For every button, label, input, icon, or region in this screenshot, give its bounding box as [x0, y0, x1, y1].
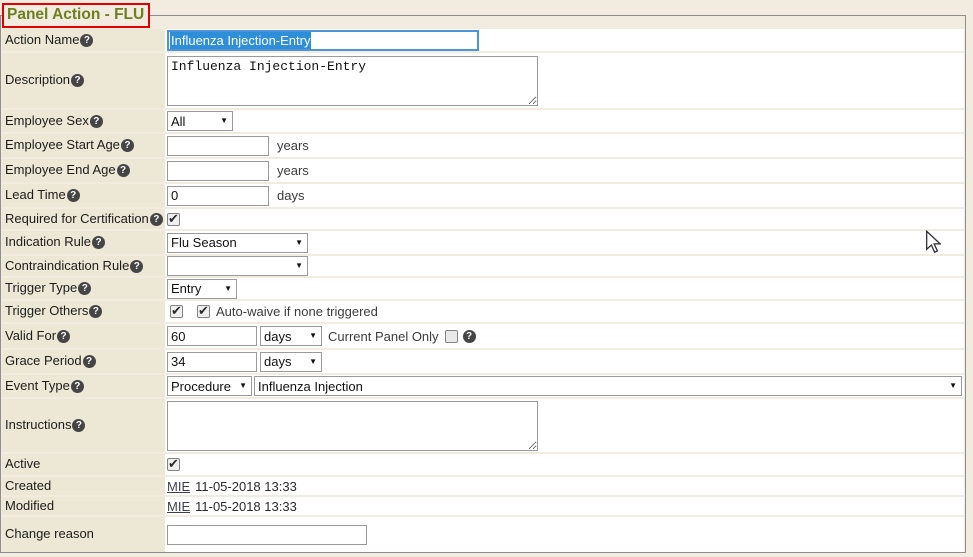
help-icon[interactable] — [57, 330, 70, 343]
panel-action-fieldset: Panel Action - FLU Action Name Influenza… — [0, 3, 966, 553]
active-checkbox[interactable] — [167, 458, 180, 471]
valid-for-input[interactable] — [167, 326, 257, 346]
instructions-label: Instructions — [5, 418, 71, 432]
modified-user-link[interactable]: MIE — [167, 499, 190, 514]
employee-end-age-unit: years — [277, 163, 309, 178]
row-instructions: Instructions — [2, 399, 964, 452]
modified-timestamp: 11-05-2018 13:33 — [195, 499, 297, 514]
employee-start-age-label: Employee Start Age — [5, 138, 120, 152]
trigger-type-label: Trigger Type — [5, 281, 77, 295]
lead-time-label: Lead Time — [5, 188, 66, 202]
indication-rule-label: Indication Rule — [5, 235, 91, 249]
row-lead-time: Lead Time days — [2, 184, 964, 207]
active-label: Active — [5, 457, 40, 471]
event-type-category-select[interactable]: Procedure — [167, 376, 252, 396]
help-icon[interactable] — [117, 164, 130, 177]
help-icon[interactable] — [150, 213, 163, 226]
trigger-others-label: Trigger Others — [5, 304, 88, 318]
action-name-input[interactable]: Influenza Injection-Entry — [167, 30, 479, 51]
form-table: Action Name Influenza Injection-Entry De… — [2, 29, 964, 552]
row-description: Description Influenza Injection-Entry — [2, 53, 964, 108]
action-name-selected-text: Influenza Injection-Entry — [170, 32, 311, 49]
required-for-certification-label: Required for Certification — [5, 212, 149, 226]
lead-time-unit: days — [277, 188, 304, 203]
row-event-type: Event Type Procedure▼ Influenza Injectio… — [2, 375, 964, 397]
help-icon[interactable] — [83, 355, 96, 368]
employee-end-age-label: Employee End Age — [5, 163, 116, 177]
row-required-for-certification: Required for Certification — [2, 209, 964, 229]
employee-sex-label: Employee Sex — [5, 114, 89, 128]
auto-waive-label: Auto-waive if none triggered — [216, 304, 378, 319]
row-action-name: Action Name Influenza Injection-Entry — [2, 29, 964, 51]
help-icon[interactable] — [71, 380, 84, 393]
row-valid-for: Valid For days▼ Current Panel Only — [2, 324, 964, 348]
grace-period-input[interactable] — [167, 352, 257, 372]
help-icon[interactable] — [463, 330, 476, 343]
trigger-others-checkbox[interactable] — [170, 305, 183, 318]
indication-rule-select[interactable]: Flu Season — [167, 233, 308, 253]
row-indication-rule: Indication Rule Flu Season▼ — [2, 231, 964, 254]
contraindication-rule-label: Contraindication Rule — [5, 259, 129, 273]
row-change-reason: Change reason — [2, 517, 964, 552]
current-panel-only-checkbox[interactable] — [445, 330, 458, 343]
help-icon[interactable] — [71, 74, 84, 87]
valid-for-unit-select[interactable]: days — [260, 326, 322, 346]
instructions-textarea[interactable] — [167, 401, 538, 451]
valid-for-label: Valid For — [5, 329, 56, 343]
required-for-certification-checkbox[interactable] — [167, 213, 180, 226]
auto-waive-checkbox[interactable] — [197, 305, 210, 318]
contraindication-rule-select[interactable] — [167, 256, 308, 276]
row-trigger-others: Trigger Others Auto-waive if none trigge… — [2, 301, 964, 322]
row-employee-start-age: Employee Start Age years — [2, 134, 964, 157]
row-grace-period: Grace Period days▼ — [2, 350, 964, 373]
trigger-type-select[interactable]: Entry — [167, 279, 237, 299]
row-trigger-type: Trigger Type Entry▼ — [2, 278, 964, 299]
created-timestamp: 11-05-2018 13:33 — [195, 479, 297, 494]
help-icon[interactable] — [89, 305, 102, 318]
event-type-event-select[interactable]: Influenza Injection — [254, 376, 962, 396]
help-icon[interactable] — [121, 139, 134, 152]
help-icon[interactable] — [72, 419, 85, 432]
row-employee-sex: Employee Sex All▼ — [2, 110, 964, 132]
change-reason-input[interactable] — [167, 525, 367, 545]
change-reason-label: Change reason — [5, 527, 94, 541]
current-panel-only-label: Current Panel Only — [328, 329, 439, 344]
row-employee-end-age: Employee End Age years — [2, 159, 964, 182]
employee-start-age-input[interactable] — [167, 136, 269, 156]
row-created: Created MIE 11-05-2018 13:33 — [2, 477, 964, 495]
help-icon[interactable] — [78, 282, 91, 295]
grace-period-label: Grace Period — [5, 354, 82, 368]
grace-period-unit-select[interactable]: days — [260, 352, 322, 372]
help-icon[interactable] — [130, 260, 143, 273]
lead-time-input[interactable] — [167, 186, 269, 206]
created-user-link[interactable]: MIE — [167, 479, 190, 494]
event-type-label: Event Type — [5, 379, 70, 393]
description-label: Description — [5, 73, 70, 87]
modified-label: Modified — [5, 499, 54, 513]
help-icon[interactable] — [92, 236, 105, 249]
help-icon[interactable] — [80, 34, 93, 47]
row-active: Active — [2, 454, 964, 475]
description-textarea[interactable]: Influenza Injection-Entry — [167, 56, 538, 106]
employee-start-age-unit: years — [277, 138, 309, 153]
action-name-label: Action Name — [5, 33, 79, 47]
employee-sex-select[interactable]: All — [167, 111, 233, 131]
row-modified: Modified MIE 11-05-2018 13:33 — [2, 497, 964, 515]
help-icon[interactable] — [67, 189, 80, 202]
help-icon[interactable] — [90, 115, 103, 128]
row-contraindication-rule: Contraindication Rule ▼ — [2, 256, 964, 276]
employee-end-age-input[interactable] — [167, 161, 269, 181]
panel-title: Panel Action - FLU — [2, 3, 150, 28]
created-label: Created — [5, 479, 51, 493]
